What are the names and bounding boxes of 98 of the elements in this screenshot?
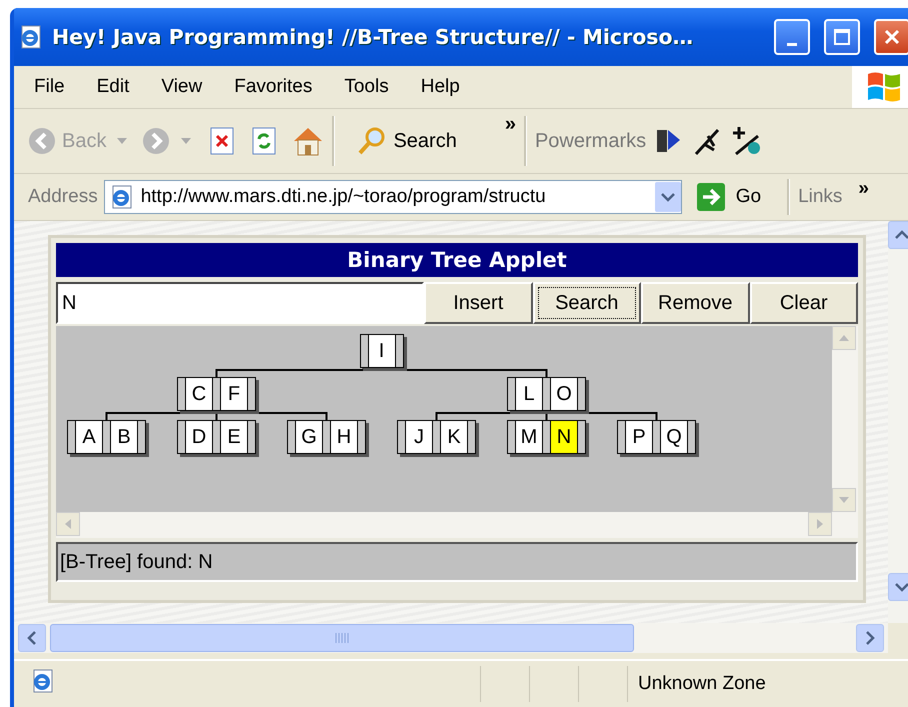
pointer-slot [247,420,256,454]
applet-status-text: [B-Tree] found: N [56,542,858,582]
up-chevron-icon [895,230,908,240]
forward-icon[interactable] [142,127,170,155]
pointer-slot [432,420,441,454]
refresh-icon[interactable] [252,127,276,155]
node-key: O [551,377,577,411]
menu-item[interactable]: View [161,76,202,98]
node-key: B [111,420,137,454]
right-arrow-icon [817,519,823,529]
chevron-down-icon [660,192,675,202]
pointer-slot [212,377,221,411]
pointer-slot [507,420,516,454]
pointer-slot [137,420,146,454]
applet-title: Binary Tree Applet [56,243,858,277]
menu-item[interactable]: Help [420,76,460,98]
stop-icon[interactable] [210,127,234,155]
pointer-slot [577,377,586,411]
pointer-slot [507,377,516,411]
node-key: J [406,420,432,454]
node-key: A [76,420,102,454]
pointer-slot [687,420,696,454]
down-chevron-icon [895,582,908,592]
pointer-slot [212,420,221,454]
pointer-slot [177,377,186,411]
more-chevron[interactable]: » [858,178,869,200]
up-arrow-icon [839,335,849,341]
add-tool-icon[interactable] [732,126,762,156]
node-key: N [551,420,577,454]
pointer-slot [357,420,366,454]
pointer-slot [67,420,76,454]
close-icon [883,28,901,46]
address-label: Address [28,186,98,208]
search-button[interactable]: Search [357,126,457,156]
right-chevron-icon [865,631,875,645]
applet-button[interactable]: Insert [424,282,532,324]
pointer-slot [652,420,661,454]
pointer-slot [467,420,476,454]
pointer-slot [247,377,256,411]
pointer-slot [102,420,111,454]
pointer-slot [360,334,368,368]
applet-button[interactable]: Clear [750,282,858,324]
minimize-icon [787,42,797,46]
pointer-slot [177,420,186,454]
scroll-thumb[interactable] [50,624,634,652]
go-button[interactable]: Go [736,186,762,208]
pointer-slot [397,420,406,454]
node-key: M [516,420,542,454]
node-key: H [331,420,357,454]
scroll-left-button[interactable] [18,624,46,652]
node-key: F [221,377,247,411]
node-key: Q [661,420,687,454]
node-key: G [296,420,322,454]
powermarks-label[interactable]: Powermarks [534,130,646,152]
dropdown-caret-icon[interactable] [116,137,128,145]
grip-icon [335,633,349,643]
applet-button[interactable]: Search [532,282,641,324]
applet-button[interactable]: Remove [641,282,750,324]
scroll-up-button[interactable] [888,221,908,249]
menu-item[interactable]: Edit [96,76,130,98]
node-key: I [368,334,394,368]
minimize-button[interactable] [774,19,810,55]
dropdown-caret-icon[interactable] [180,137,192,145]
maximize-button[interactable] [824,19,860,55]
links-label[interactable]: Links [798,186,842,208]
dropdown-button[interactable] [654,182,681,212]
maximize-icon [833,28,851,46]
window-title: Hey! Java Programming! //B-Tree Structure// - Microso… [52,25,694,49]
node-key: L [516,377,542,411]
windows-logo-icon [866,70,902,104]
key-input-field[interactable]: N [56,282,424,324]
more-chevron[interactable]: » [504,113,516,136]
node-key: C [186,377,212,411]
pointer-slot [577,420,586,454]
scrollbar-corner [832,512,858,538]
zone-status-text: Unknown Zone [638,673,766,695]
pointer-slot [287,420,296,454]
pointer-slot [542,377,551,411]
pointer-slot [322,420,331,454]
node-key: E [221,420,247,454]
menu-item[interactable]: Favorites [234,76,312,98]
left-arrow-icon [65,519,71,529]
menu-item[interactable]: File [34,76,65,98]
node-key: P [626,420,652,454]
pointer-slot [617,420,626,454]
node-key: K [441,420,467,454]
page-horizontal-scrollbar[interactable] [14,623,888,653]
close-button[interactable] [874,19,908,55]
search-icon [357,126,388,156]
menu-item[interactable]: Tools [344,76,389,98]
down-arrow-icon [839,497,849,503]
left-chevron-icon [27,631,37,645]
node-key: D [186,420,212,454]
scroll-down-button[interactable] [888,573,908,601]
scroll-right-button[interactable] [856,624,884,652]
address-field[interactable]: http://www.mars.dti.ne.jp/~torao/program/structu [104,180,682,214]
home-icon[interactable] [292,126,324,156]
pointer-slot [542,420,551,454]
